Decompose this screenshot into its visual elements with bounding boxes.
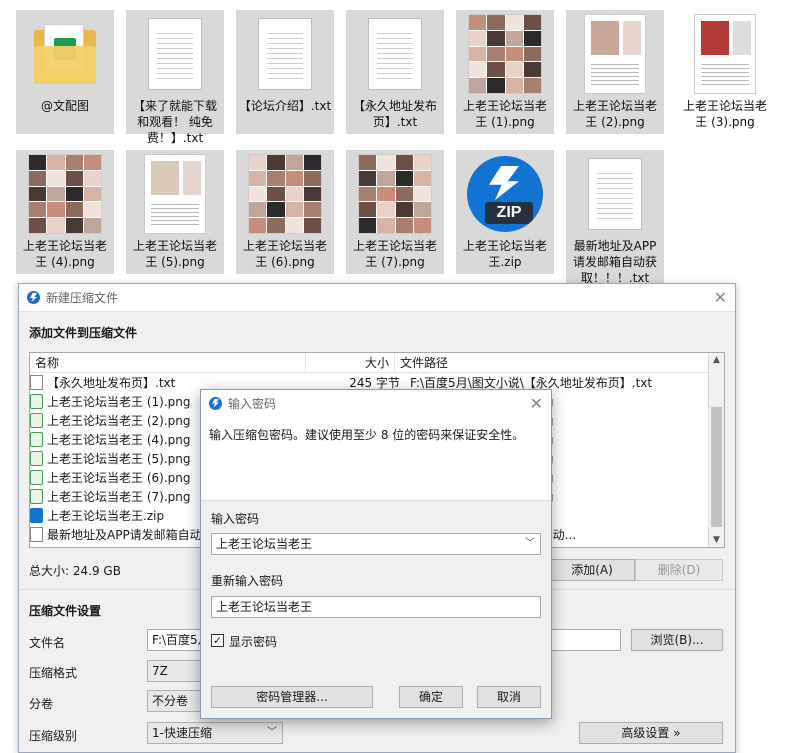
image-thumbnail: [575, 14, 655, 94]
show-password-checkbox[interactable]: ✓: [211, 634, 224, 647]
row-file-name: 上老王论坛当老王 (6).png: [47, 471, 191, 485]
advanced-settings-button[interactable]: 高级设置 »: [579, 722, 723, 744]
file-label: 上老王论坛当老王 (1).png: [462, 99, 547, 129]
row-file-name: 上老王论坛当老王 (1).png: [47, 395, 191, 409]
delete-button[interactable]: 删除(D): [635, 559, 723, 581]
level-label: 压缩级别: [29, 729, 78, 743]
dialog-titlebar[interactable]: 输入密码 ✕: [201, 390, 551, 417]
row-file-name: 最新地址及APP请发邮箱自动获: [47, 528, 214, 542]
image-file-icon: [30, 394, 43, 409]
window-title: 新建压缩文件: [46, 291, 119, 305]
total-size: 总大小: 24.9 GB: [29, 564, 121, 578]
image-file-icon: [30, 413, 43, 428]
image-file-icon: [30, 489, 43, 504]
window-titlebar[interactable]: 新建压缩文件 ✕: [19, 284, 735, 312]
file-label: 最新地址及APP请发邮箱自动获取！！！.txt: [572, 239, 657, 285]
file-item-png[interactable]: 上老王论坛当老王 (4).png: [16, 150, 114, 274]
dialog-description: 输入压缩包密码。建议使用至少 8 位的密码来保证安全性。: [209, 428, 525, 442]
image-thumbnail: [25, 154, 105, 234]
file-item-png[interactable]: 上老王论坛当老王 (6).png: [236, 150, 334, 274]
file-item-png[interactable]: 上老王论坛当老王 (5).png: [126, 150, 224, 274]
file-item-txt[interactable]: 【来了就能下载和观看！ 纯免费！】.txt: [126, 10, 224, 145]
text-file-icon: [575, 154, 655, 234]
image-thumbnail: [245, 154, 325, 234]
image-file-icon: [30, 470, 43, 485]
file-label: 上老王论坛当老王 (5).png: [132, 239, 217, 269]
file-label: 上老王论坛当老王 (7).png: [352, 239, 437, 269]
file-label: @文配图: [40, 99, 89, 113]
bandizip-app-icon: [209, 396, 222, 410]
format-label: 压缩格式: [29, 666, 78, 680]
file-label: 上老王论坛当老王 (3).png: [682, 99, 767, 129]
add-files-heading: 添加文件到压缩文件: [29, 326, 138, 340]
column-path[interactable]: 文件路径: [395, 353, 724, 372]
row-file-name: 【永久地址发布页】.txt: [47, 376, 176, 390]
file-item-png[interactable]: 上老王论坛当老王 (2).png: [566, 10, 664, 134]
image-thumbnail: [355, 154, 435, 234]
archive-settings-heading: 压缩文件设置: [29, 604, 102, 618]
split-label: 分卷: [29, 697, 54, 711]
text-file-icon: [355, 14, 435, 94]
password-input[interactable]: 上老王论坛当老王 ﹀: [211, 533, 541, 555]
level-select[interactable]: 1-快速压缩 ﹀: [147, 722, 283, 744]
file-label: 上老王论坛当老王 (6).png: [242, 239, 327, 269]
file-item-png[interactable]: 上老王论坛当老王 (7).png: [346, 150, 444, 274]
confirm-password-input[interactable]: 上老王论坛当老王: [211, 596, 541, 618]
image-thumbnail: [465, 14, 545, 94]
row-file-name: 上老王论坛当老王 (7).png: [47, 490, 191, 504]
file-item-png[interactable]: 上老王论坛当老王 (1).png: [456, 10, 554, 134]
text-file-icon: [30, 527, 43, 542]
file-item-png[interactable]: 上老王论坛当老王 (3).png: [676, 10, 774, 134]
image-thumbnail: [135, 154, 215, 234]
file-label: 上老王论坛当老王 (4).png: [22, 239, 107, 269]
file-label: 上老王论坛当老王.zip: [462, 239, 547, 269]
confirm-password-label: 重新输入密码: [211, 574, 284, 588]
file-label: 【来了就能下载和观看！ 纯免费！】.txt: [132, 99, 217, 145]
row-file-name: 上老王论坛当老王 (5).png: [47, 452, 191, 466]
image-file-icon: [30, 451, 43, 466]
file-item-txt[interactable]: 最新地址及APP请发邮箱自动获取！！！.txt: [566, 150, 664, 285]
file-label: 上老王论坛当老王 (2).png: [572, 99, 657, 129]
ok-button[interactable]: 确定: [399, 686, 463, 708]
scroll-down-icon[interactable]: ▼: [709, 535, 724, 545]
file-item-txt[interactable]: 【永久地址发布页】.txt: [346, 10, 444, 134]
list-scrollbar[interactable]: ▲ ▼: [708, 353, 724, 547]
text-file-icon: [135, 14, 215, 94]
zip-file-icon: [30, 508, 43, 523]
browse-button[interactable]: 浏览(B)...: [631, 629, 723, 651]
file-label: 【论坛介绍】.txt: [238, 99, 332, 113]
show-password-label: 显示密码: [229, 635, 278, 649]
password-manager-button[interactable]: 密码管理器...: [211, 686, 373, 708]
list-header: 名称 大小 文件路径: [30, 353, 724, 373]
scrollbar-thumb[interactable]: [711, 407, 722, 527]
chevron-down-icon[interactable]: ﹀: [525, 534, 535, 554]
text-file-icon: [30, 375, 43, 390]
image-file-icon: [30, 432, 43, 447]
image-thumbnail: [685, 14, 765, 94]
close-icon[interactable]: ✕: [530, 394, 543, 413]
zip-archive-icon: ZIP: [465, 154, 545, 234]
close-icon[interactable]: ✕: [714, 288, 727, 307]
dialog-title: 输入密码: [228, 396, 277, 411]
row-file-name: 上老王论坛当老王 (4).png: [47, 433, 191, 447]
file-item-zip[interactable]: ZIP 上老王论坛当老王.zip: [456, 150, 554, 274]
file-item-txt[interactable]: 【论坛介绍】.txt: [236, 10, 334, 134]
add-button[interactable]: 添加(A): [549, 559, 635, 581]
chevron-down-icon: ﹀: [267, 727, 277, 738]
bandizip-app-icon: [27, 291, 40, 304]
filename-label: 文件名: [29, 636, 66, 650]
password-dialog: 输入密码 ✕ 输入压缩包密码。建议使用至少 8 位的密码来保证安全性。 输入密码…: [200, 389, 552, 719]
password-label: 输入密码: [211, 512, 260, 526]
folder-icon: [25, 14, 105, 94]
row-file-name: 上老王论坛当老王.zip: [47, 509, 165, 523]
scroll-up-icon[interactable]: ▲: [709, 355, 724, 365]
cancel-button[interactable]: 取消: [477, 686, 541, 708]
row-file-name: 上老王论坛当老王 (2).png: [47, 414, 191, 428]
column-size[interactable]: 大小: [305, 353, 395, 372]
column-name[interactable]: 名称: [30, 353, 305, 372]
text-file-icon: [245, 14, 325, 94]
file-item-folder[interactable]: @文配图: [16, 10, 114, 134]
file-label: 【永久地址发布页】.txt: [352, 99, 437, 129]
